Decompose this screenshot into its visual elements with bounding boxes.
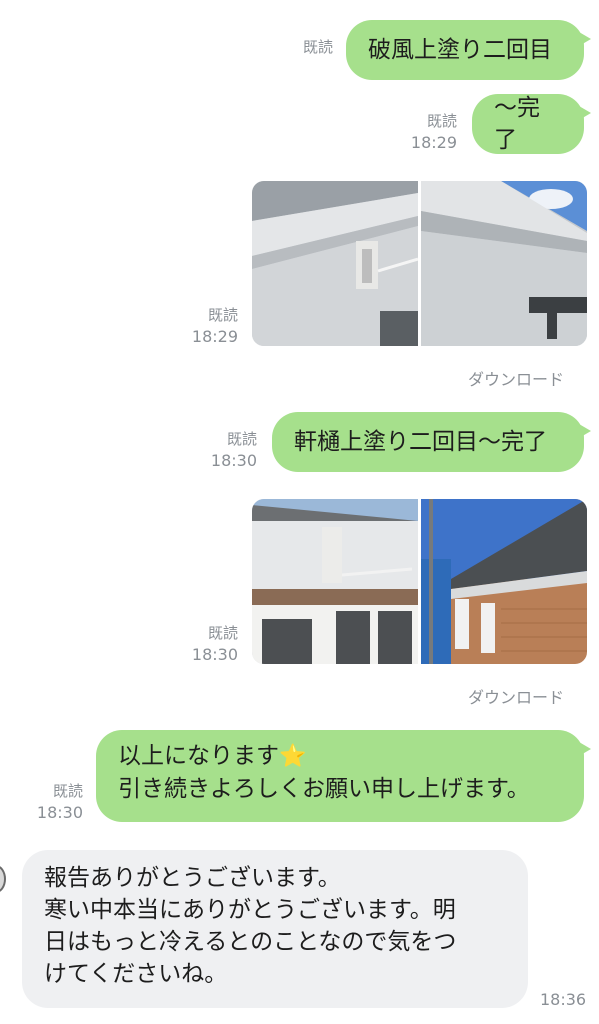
timestamp: 18:29 [191,327,238,346]
photo-message[interactable] [252,499,587,664]
message-line: 以上になります⭐ [118,740,562,773]
read-receipt: 既読 18:29 [411,110,457,154]
timestamp: 18:36 [540,990,587,1009]
photo-thumbnail[interactable] [421,181,587,346]
download-link[interactable]: ダウンロード [468,366,564,390]
photo-message[interactable] [252,181,587,346]
message-text: 日はもっと冷えるとのことなので気をつ [44,929,457,955]
photo-thumbnail[interactable] [252,499,418,664]
message-text: 寒い中本当にありがとうございます。明 [44,897,456,923]
read-label: 既読 [207,306,238,324]
message-text: ～完了 [494,95,540,153]
timestamp-incoming: 18:36 [540,989,586,1011]
read-label: 既読 [52,782,83,800]
download-link[interactable]: ダウンロード [468,684,564,708]
message-bubble-outgoing[interactable]: 破風上塗り二回目 [346,20,591,80]
star-emoji-icon: ⭐ [279,744,307,769]
chat-timeline[interactable]: 既読 破風上塗り二回目 既読 18:29 ～完了 既読 18:29 ダウンロード… [0,0,599,1024]
message-text: 破風上塗り二回目 [368,37,552,63]
message-text: けてくださいね。 [44,961,228,987]
read-receipt: 既読 18:30 [211,428,257,472]
timestamp: 18:29 [410,133,457,152]
timestamp: 18:30 [210,451,257,470]
message-bubble-incoming[interactable]: 報告ありがとうございます。 寒い中本当にありがとうございます。明 日はもっと冷え… [22,850,528,1008]
message-bubble-outgoing[interactable]: 以上になります⭐ 引き続きよろしくお願い申し上げます。 [96,730,591,822]
read-label: 既読 [302,38,333,56]
message-bubble-outgoing[interactable]: 軒樋上塗り二回目～完了 [272,412,591,472]
message-text: 軒樋上塗り二回目～完了 [294,429,547,455]
message-text: 引き続きよろしくお願い申し上げます。 [118,776,530,802]
photo-roof-fascia-roller [252,181,418,346]
photo-thumbnail[interactable] [421,499,587,664]
timestamp: 18:30 [36,803,83,822]
photo-gutter-brick-wall [421,499,587,664]
photo-gutter-roller [252,499,418,664]
read-receipt: 既読 18:30 [37,780,83,824]
message-text: 報告ありがとうございます。 [44,865,341,891]
sender-avatar[interactable] [0,865,6,893]
read-label: 既読 [426,112,457,130]
read-receipt: 既読 18:29 [192,304,238,348]
read-receipt: 既読 [303,36,333,58]
timestamp: 18:30 [191,645,238,664]
photo-fascia-sky [421,181,587,346]
message-bubble-outgoing[interactable]: ～完了 [472,94,591,154]
read-receipt: 既読 18:30 [192,622,238,666]
photo-thumbnail[interactable] [252,181,418,346]
read-label: 既読 [226,430,257,448]
message-text: 以上になります [118,743,279,769]
read-label: 既読 [207,624,238,642]
